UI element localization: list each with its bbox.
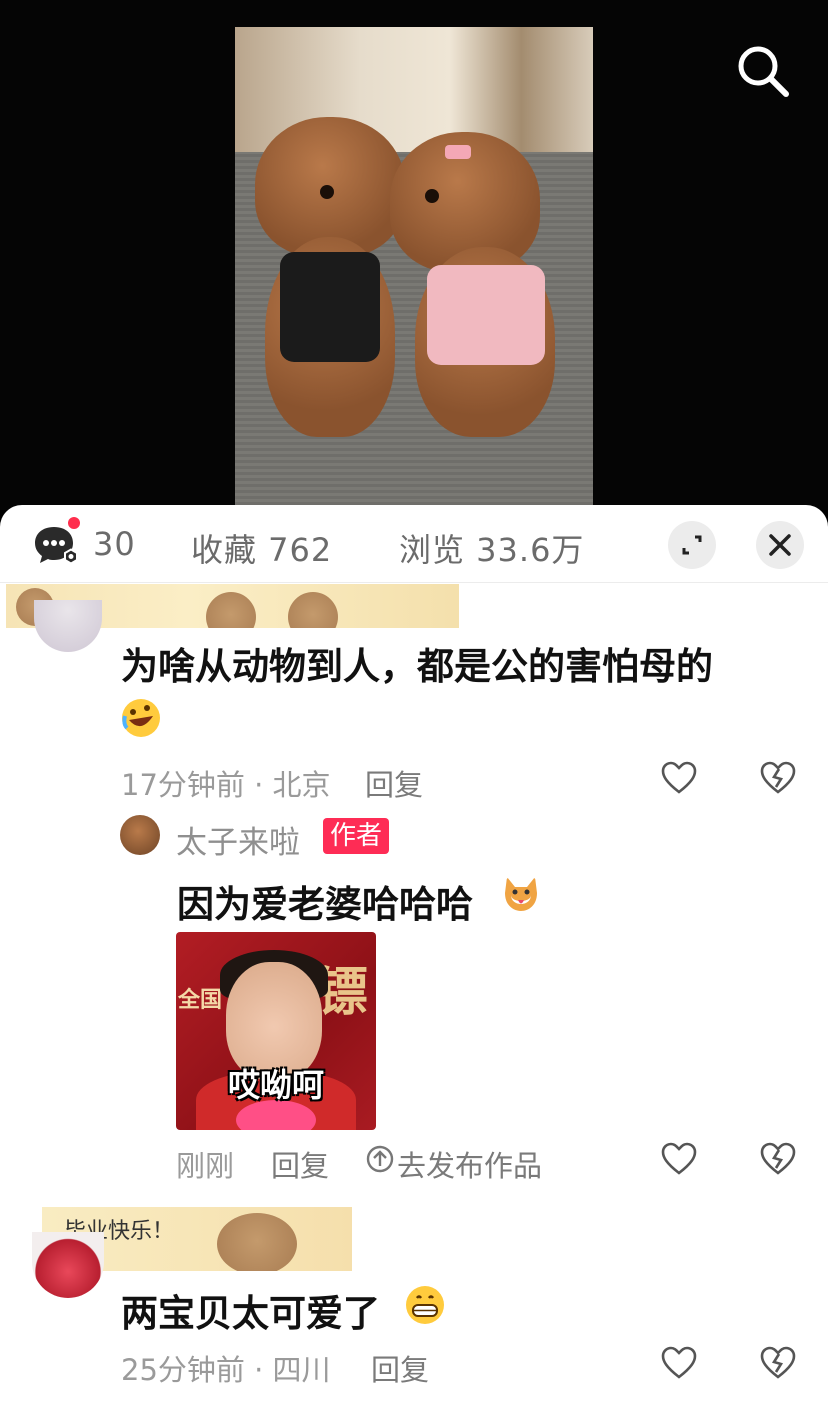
black-tuxedo-vest xyxy=(280,252,380,362)
dog-face-emoji xyxy=(505,877,537,911)
video-area[interactable] xyxy=(0,0,828,510)
search-button[interactable] xyxy=(732,40,792,100)
rolling-laughing-emoji xyxy=(122,699,160,737)
author-avatar[interactable] xyxy=(120,815,160,855)
comment-count-partial: 30 xyxy=(93,525,136,563)
comment-sheet: 30 收藏 762 浏览 33.6万 为啥从动物到人，都是公的害怕母的 17分钟… xyxy=(0,505,828,1416)
author-name[interactable]: 太子来啦 xyxy=(176,817,300,862)
favorites-count: 收藏 762 xyxy=(191,531,333,569)
close-icon xyxy=(769,534,791,556)
notification-dot xyxy=(68,517,80,529)
publish-work-link[interactable]: 去发布作品 xyxy=(397,1143,542,1185)
upload-arrow-icon[interactable] xyxy=(366,1145,394,1173)
search-icon xyxy=(738,46,789,97)
expand-button[interactable] xyxy=(668,521,716,569)
close-button[interactable] xyxy=(756,521,804,569)
bear-decoration xyxy=(288,592,338,628)
dog-right-eye xyxy=(425,189,439,203)
bear-decoration xyxy=(217,1213,297,1271)
avatar[interactable] xyxy=(34,600,102,652)
comment-time-location: 25分钟前 · 四川 xyxy=(121,1353,331,1387)
expand-icon xyxy=(682,535,702,555)
broken-heart-icon[interactable] xyxy=(760,1142,796,1176)
heart-icon[interactable] xyxy=(661,1346,697,1380)
comment-time-location: 17分钟前 · 北京 xyxy=(121,768,331,802)
reply-button[interactable]: 回复 xyxy=(371,1347,429,1389)
reply-button[interactable]: 回复 xyxy=(365,762,423,804)
broken-heart-icon[interactable] xyxy=(760,761,796,795)
grinning-emoji xyxy=(406,1286,444,1324)
author-badge: 作者 xyxy=(323,818,390,854)
bear-decoration xyxy=(206,592,256,628)
video-frame-dogs[interactable] xyxy=(235,27,593,505)
avatar[interactable] xyxy=(32,1232,104,1298)
reply-button[interactable]: 回复 xyxy=(271,1143,329,1185)
stats-bar: 30 收藏 762 浏览 33.6万 xyxy=(0,505,828,583)
sticker-image[interactable]: 全国 镖 哎呦呵 xyxy=(176,932,376,1130)
comment-text: 两宝贝太可爱了 xyxy=(121,1292,380,1335)
heart-icon[interactable] xyxy=(661,761,697,795)
chat-bubble-icon[interactable] xyxy=(32,523,78,567)
views-count: 浏览 33.6万 xyxy=(399,531,585,569)
reply-text: 因为爱老婆哈哈哈 xyxy=(177,883,473,926)
sticker-side-text: 全国 xyxy=(178,988,223,1013)
pink-shirt xyxy=(427,265,545,365)
heart-icon[interactable] xyxy=(661,1142,697,1176)
comment-text: 为啥从动物到人，都是公的害怕母的 xyxy=(121,645,713,688)
reply-time: 刚刚 xyxy=(176,1149,235,1183)
pink-hair-bow xyxy=(445,145,471,159)
broken-heart-icon[interactable] xyxy=(760,1346,796,1380)
sticker-caption: 哎呦呵 xyxy=(227,1066,324,1104)
dog-left-eye xyxy=(320,185,334,199)
